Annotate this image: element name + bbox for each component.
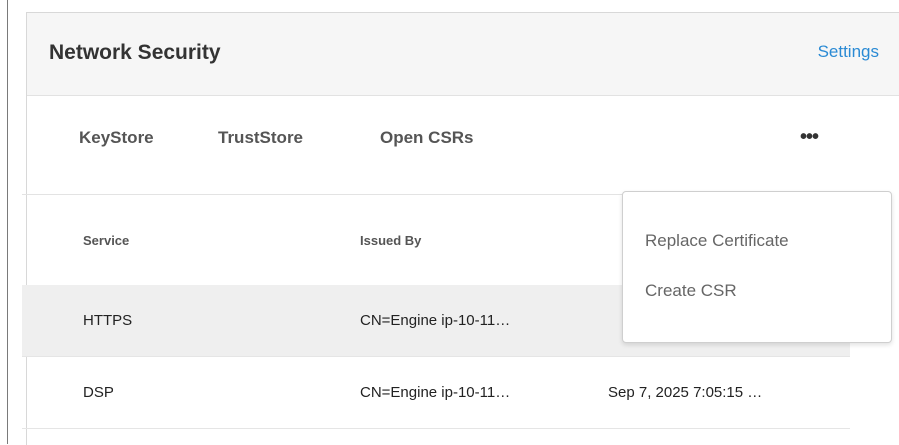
cell-issued-by: CN=Engine ip-10-11… bbox=[360, 384, 511, 401]
menu-item-replace-certificate[interactable]: Replace Certificate bbox=[645, 231, 789, 251]
tab-truststore[interactable]: TrustStore bbox=[218, 128, 303, 148]
cell-service: HTTPS bbox=[83, 312, 133, 329]
column-header-issued-by: Issued By bbox=[360, 233, 422, 248]
more-options-button[interactable]: ••• bbox=[800, 126, 819, 149]
cell-expires: Sep 7, 2025 7:05:15 … bbox=[608, 384, 763, 401]
column-header-service: Service bbox=[83, 233, 130, 248]
table-row[interactable]: DSP CN=Engine ip-10-11… Sep 7, 2025 7:05… bbox=[22, 357, 850, 429]
tab-keystore[interactable]: KeyStore bbox=[79, 128, 154, 148]
menu-item-create-csr[interactable]: Create CSR bbox=[645, 281, 737, 301]
cell-issued-by: CN=Engine ip-10-11… bbox=[360, 312, 511, 329]
tab-open-csrs[interactable]: Open CSRs bbox=[380, 128, 474, 148]
more-options-menu: Replace Certificate Create CSR bbox=[622, 191, 892, 343]
tab-bar: KeyStore TrustStore Open CSRs ••• bbox=[0, 126, 872, 158]
panel-header: Network Security Settings bbox=[27, 13, 899, 96]
window-left-border bbox=[7, 0, 8, 444]
cell-service: DSP bbox=[83, 384, 114, 401]
settings-link[interactable]: Settings bbox=[818, 42, 879, 62]
page-title: Network Security bbox=[49, 41, 221, 64]
